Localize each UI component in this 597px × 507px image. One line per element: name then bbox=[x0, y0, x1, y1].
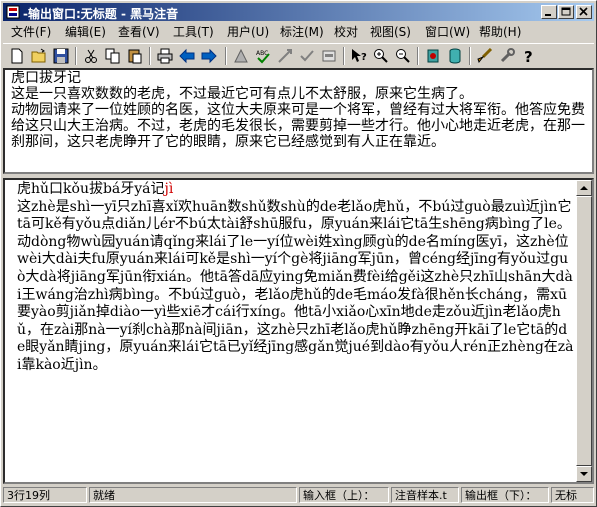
cut-icon bbox=[85, 49, 97, 63]
minimize-icon bbox=[545, 14, 551, 16]
status-output-frame-value: 无标 bbox=[551, 487, 594, 503]
back-button[interactable] bbox=[177, 46, 197, 66]
check-icon bbox=[300, 50, 314, 62]
box-button[interactable] bbox=[319, 46, 339, 66]
forward-button[interactable] bbox=[199, 46, 219, 66]
zoom-out-icon bbox=[396, 49, 410, 63]
status-input-frame-label: 输入框（上）： bbox=[299, 487, 389, 503]
menu-annotate[interactable]: 标注(M) bbox=[280, 25, 324, 40]
forward-arrow-icon bbox=[201, 48, 217, 64]
toolbar-separator bbox=[225, 47, 227, 65]
spellcheck-icon: ABC bbox=[256, 50, 270, 64]
zoom-out-button[interactable] bbox=[393, 46, 413, 66]
save-icon bbox=[53, 48, 69, 64]
scroll-up-button[interactable] bbox=[576, 180, 592, 196]
minimize-button[interactable] bbox=[541, 5, 557, 19]
menu-file[interactable]: 文件(F) bbox=[11, 25, 51, 40]
input-text[interactable]: 虎口拔牙记 这是一只喜欢数数的老虎，不过最近它可有点儿不太舒服，原来它生病了。 … bbox=[11, 70, 589, 150]
toolbar-separator bbox=[417, 47, 419, 65]
app-window: -输出窗口:无标题 - 黑马注音 文件(F) 编辑(E) 查看(V) 工具(T)… bbox=[0, 0, 597, 507]
title-bar[interactable]: -输出窗口:无标题 - 黑马注音 bbox=[3, 3, 594, 21]
paste-button[interactable] bbox=[125, 46, 145, 66]
maximize-button[interactable] bbox=[558, 5, 574, 19]
menu-tools[interactable]: 工具(T) bbox=[173, 25, 214, 40]
new-button[interactable] bbox=[7, 46, 27, 66]
menu-edit[interactable]: 编辑(E) bbox=[65, 25, 106, 40]
help-cursor-icon: ? bbox=[352, 49, 367, 63]
arrow-up-icon bbox=[580, 186, 588, 190]
app-icon bbox=[6, 5, 20, 19]
status-output-frame-label: 输出框（下）： bbox=[461, 487, 549, 503]
save-button[interactable] bbox=[51, 46, 71, 66]
zoom-in-button[interactable] bbox=[371, 46, 391, 66]
toolbar-separator bbox=[343, 47, 345, 65]
paste-icon bbox=[128, 49, 142, 64]
brush-button[interactable] bbox=[475, 46, 495, 66]
toolbar: ABC ? ? bbox=[3, 43, 594, 69]
toolbar-separator bbox=[149, 47, 151, 65]
status-bar: 3行19列 就绪 输入框（上）： 注音样本.t 输出框（下）： 无标 bbox=[3, 486, 594, 504]
question-icon: ? bbox=[524, 48, 533, 64]
back-arrow-icon bbox=[179, 48, 195, 64]
check-button[interactable] bbox=[297, 46, 317, 66]
spellcheck-button[interactable]: ABC bbox=[253, 46, 273, 66]
menu-help[interactable]: 帮助(H) bbox=[479, 25, 521, 40]
menu-proofread[interactable]: 校对 bbox=[334, 25, 358, 40]
database-icon bbox=[449, 48, 461, 64]
output-title: 虎hǔ口kǒu拔bá牙yá记 bbox=[17, 181, 165, 197]
output-text[interactable]: 虎hǔ口kǒu拔bá牙yá记jì 这zhè是shì一yī只zhī喜xǐ欢huān数… bbox=[17, 181, 575, 375]
svg-text:?: ? bbox=[361, 52, 367, 63]
vertical-scrollbar[interactable] bbox=[576, 180, 592, 482]
mark-icon bbox=[278, 49, 292, 63]
scroll-thumb[interactable] bbox=[576, 196, 592, 466]
print-button[interactable] bbox=[155, 46, 175, 66]
status-position: 3行19列 bbox=[3, 487, 87, 503]
arrow-down-icon bbox=[580, 472, 588, 476]
maximize-icon bbox=[561, 7, 571, 16]
print-icon bbox=[157, 48, 173, 64]
open-button[interactable] bbox=[29, 46, 49, 66]
recorder-icon bbox=[427, 49, 439, 63]
menu-bar: 文件(F) 编辑(E) 查看(V) 工具(T) 用户(U) 标注(M) 校对 视… bbox=[3, 23, 594, 42]
about-button[interactable]: ? bbox=[519, 46, 539, 66]
close-button[interactable] bbox=[576, 5, 592, 19]
copy-button[interactable] bbox=[103, 46, 123, 66]
menu-layout[interactable]: 视图(S) bbox=[370, 25, 411, 40]
scroll-down-button[interactable] bbox=[576, 466, 592, 482]
toolbar-separator bbox=[75, 47, 77, 65]
mark-button[interactable] bbox=[275, 46, 295, 66]
menu-user[interactable]: 用户(U) bbox=[227, 25, 269, 40]
box-icon bbox=[322, 50, 336, 62]
toolbar-separator bbox=[469, 47, 471, 65]
brush-icon bbox=[477, 48, 493, 64]
copy-icon bbox=[105, 48, 120, 64]
close-icon bbox=[579, 7, 588, 16]
menu-window[interactable]: 窗口(W) bbox=[425, 25, 470, 40]
recorder-button[interactable] bbox=[423, 46, 443, 66]
output-title-highlight: jì bbox=[164, 181, 174, 197]
tools-icon bbox=[500, 48, 515, 63]
cut-button[interactable] bbox=[81, 46, 101, 66]
status-state: 就绪 bbox=[89, 487, 297, 503]
status-input-frame-value: 注音样本.t bbox=[391, 487, 459, 503]
menu-view[interactable]: 查看(V) bbox=[118, 25, 160, 40]
output-body: 这zhè是shì一yī只zhī喜xǐ欢huān数shǔ数shù的de老lǎo虎h… bbox=[17, 198, 574, 373]
output-pane[interactable]: 虎hǔ口kǒu拔bá牙yá记jì 这zhè是shì一yī只zhī喜xǐ欢huān数… bbox=[3, 178, 594, 484]
annotate-icon bbox=[234, 48, 248, 63]
open-icon bbox=[31, 48, 46, 63]
tools-button[interactable] bbox=[497, 46, 517, 66]
svg-text:?: ? bbox=[524, 48, 533, 64]
zoom-in-icon bbox=[374, 49, 388, 63]
help-cursor-button[interactable]: ? bbox=[349, 46, 369, 66]
input-pane[interactable]: 虎口拔牙记 这是一只喜欢数数的老虎，不过最近它可有点儿不太舒服，原来它生病了。 … bbox=[3, 68, 594, 174]
annotate-button[interactable] bbox=[231, 46, 251, 66]
database-button[interactable] bbox=[445, 46, 465, 66]
new-icon bbox=[11, 48, 23, 64]
window-title: -输出窗口:无标题 - 黑马注音 bbox=[23, 7, 179, 21]
